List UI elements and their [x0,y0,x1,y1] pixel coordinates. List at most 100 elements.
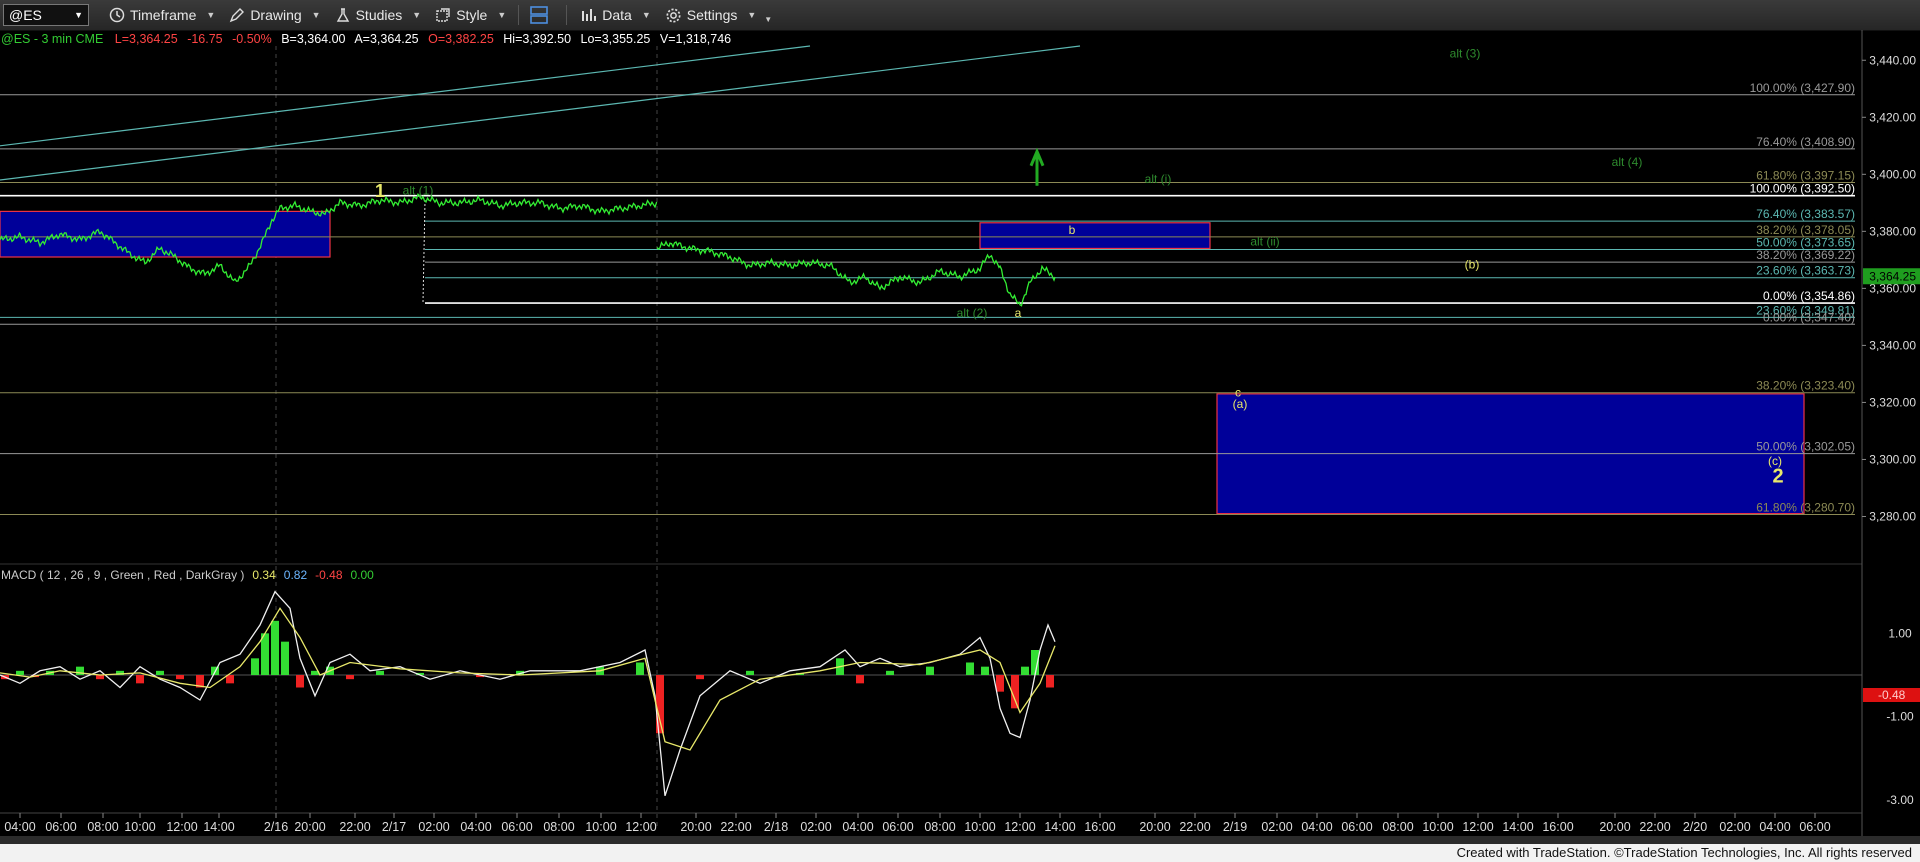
price-tick-label: 3,300.00 [1869,452,1916,466]
macd-line [0,590,1056,797]
time-tick-label: 20:00 [1599,820,1630,834]
trendline [0,45,811,147]
wave-label: 2 [1772,465,1783,487]
macd-pane[interactable]: MACD ( 12 , 26 , 9 , Green , Red , DarkG… [0,568,1920,807]
time-tick-label: 06:00 [45,820,76,834]
time-tick-label: 06:00 [1799,820,1830,834]
fib-level-label: 38.20% (3,369.22) [1756,248,1855,262]
wave-label: 1 [375,181,385,201]
gear-icon [666,7,681,23]
time-tick-label: 12:00 [1462,820,1493,834]
time-tick-label: 10:00 [964,820,995,834]
time-tick-label: 16:00 [1084,820,1115,834]
trendlines [0,45,1081,181]
settings-menu[interactable]: Settings ▼ ▼ [665,7,772,24]
macd-tick-label: -3.00 [1886,793,1914,807]
clock-icon [109,7,125,23]
time-tick-label: 2/16 [264,820,288,834]
wave-label: alt (1) [403,183,434,197]
macd-histogram-bar [271,620,279,675]
data-menu[interactable]: Data ▼ [581,7,651,23]
time-tick-label: 02:00 [800,820,831,834]
toolbar-overflow-icon[interactable]: ▼ [764,15,772,24]
macd-last-label: -0.48 [1878,688,1906,702]
studies-label: Studies [355,7,403,23]
macd-histogram-bar [136,675,144,684]
time-tick-label: 2/20 [1683,820,1707,834]
layout-icon-button[interactable] [529,5,554,25]
fib-level-label: 0.00% (3,347.40) [1763,310,1855,324]
time-tick-label: 20:00 [294,820,325,834]
macd-histogram-bar [981,666,989,675]
info-change: -16.75 [187,32,222,46]
time-tick-label: 22:00 [1179,820,1210,834]
layout-icon [530,6,549,24]
time-tick-label: 14:00 [1502,820,1533,834]
trendline [0,45,1081,181]
chevron-down-icon: ▼ [641,10,651,20]
macd-histogram-bar [296,675,304,688]
macd-histogram-bar [261,633,269,675]
fib-level-label: 100.00% (3,392.50) [1750,182,1855,196]
chevron-down-icon: ▼ [412,10,422,20]
timeframe-menu[interactable]: Timeframe ▼ [109,7,215,23]
macd-tick-label: -1.00 [1886,710,1914,724]
macd-histogram-bar [251,658,259,675]
fib-level-label: 23.60% (3,363.73) [1756,264,1855,278]
studies-menu[interactable]: Studies ▼ [335,7,422,23]
macd-histogram-bar [16,670,24,675]
fib-level-label: 76.40% (3,383.57) [1756,207,1855,221]
time-tick-label: 12:00 [1004,820,1035,834]
chevron-down-icon: ▼ [747,10,757,20]
time-axis[interactable]: 04:00 06:00 08:00 10:00 12:00 14:00 2/16 20:00 2… [0,812,1862,834]
horizontal-scrollbar[interactable] [0,836,1920,844]
macd-histogram-bar [156,670,164,675]
macd-histogram-bar [1046,675,1054,688]
macd-histogram-bar [346,675,354,680]
time-tick-label: 02:00 [1261,820,1292,834]
time-tick-label: 12:00 [625,820,656,834]
bar-chart-icon [582,9,597,21]
time-tick-label: 10:00 [124,820,155,834]
target-box [0,210,331,258]
macd-histogram-bar [746,670,754,675]
time-tick-label: 12:00 [166,820,197,834]
macd-histogram-bar [281,641,289,675]
wave-label: a [1015,306,1022,320]
price-line [656,240,1056,307]
last-price-label: 3,364.25 [1869,269,1916,283]
time-tick-label: 2/19 [1223,820,1247,834]
symbol-selector[interactable]: @ES ▼ [3,4,89,26]
time-tick-label: 22:00 [1639,820,1670,834]
macd-histogram-bar [966,662,974,675]
fib-level-label: 61.80% (3,280.70) [1756,500,1855,514]
macd-legend: MACD ( 12 , 26 , 9 , Green , Red , DarkG… [1,568,374,582]
target-box [979,222,1211,250]
time-tick-label: 22:00 [720,820,751,834]
macd-histogram-bar [926,666,934,675]
macd-histogram-bar [636,662,644,675]
time-tick-label: 08:00 [87,820,118,834]
info-line: @ES - 3 min CME L=3,364.25 -16.75 -0.50%… [1,32,731,46]
time-tick-label: 02:00 [418,820,449,834]
macd-histogram-bar [176,675,184,680]
fib-level-label: 76.40% (3,408.90) [1756,135,1855,149]
drawing-menu[interactable]: Drawing ▼ [229,7,321,23]
price-tick-label: 3,440.00 [1869,53,1916,67]
info-change-pct: -0.50% [232,32,272,46]
price-tick-label: 3,380.00 [1869,224,1916,238]
info-volume: V=1,318,746 [660,32,731,46]
price-axis[interactable]: 3,440.003,420.003,400.003,380.003,360.00… [1862,53,1920,523]
toolbar-divider [566,5,568,25]
chevron-down-icon: ▼ [497,10,507,20]
info-high: Hi=3,392.50 [503,32,571,46]
time-tick-label: 04:00 [4,820,35,834]
chart-area[interactable]: @ES - 3 min CME L=3,364.25 -16.75 -0.50%… [0,30,1920,836]
info-last: L=3,364.25 [115,32,178,46]
macd-histogram-bar [376,670,384,675]
price-tick-label: 3,340.00 [1869,338,1916,352]
chevron-down-icon: ▼ [74,10,83,20]
time-tick-label: 2/18 [764,820,788,834]
time-tick-label: 16:00 [1542,820,1573,834]
style-menu[interactable]: Style ▼ [435,7,506,23]
